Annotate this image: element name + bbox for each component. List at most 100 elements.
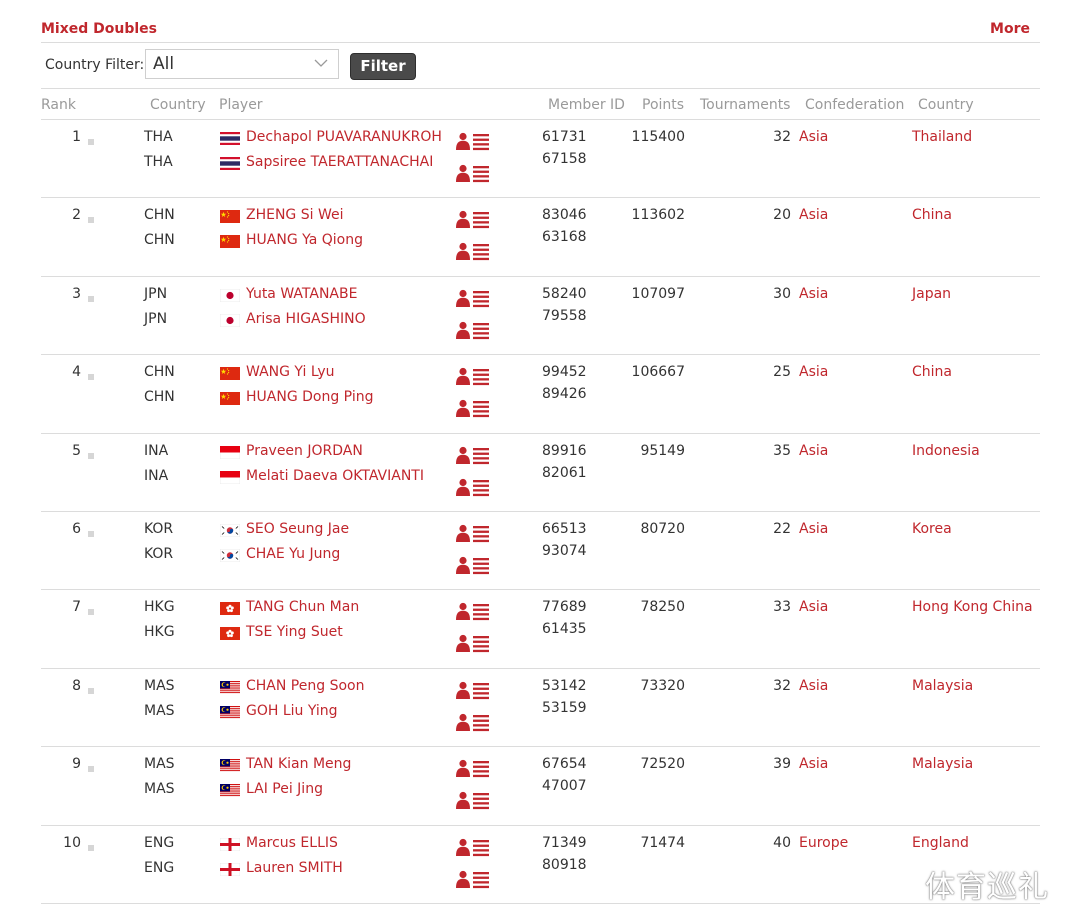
player-profile-icon[interactable] (456, 601, 490, 621)
player-name-link[interactable]: ZHENG Si Wei (246, 207, 344, 223)
country-filter-select[interactable]: All (145, 49, 339, 79)
player-name-link[interactable]: Melati Daeva OKTAVIANTI (246, 468, 424, 484)
player-country-code: MAS (144, 756, 175, 773)
country-link[interactable]: England (912, 835, 969, 851)
player-profile-icon[interactable] (456, 633, 490, 653)
player-profile-icon[interactable] (456, 288, 490, 308)
player-country-code: JPN (144, 285, 168, 302)
confederation-link[interactable]: Asia (799, 678, 828, 694)
korea-flag-icon (220, 524, 240, 537)
country-link[interactable]: Japan (912, 286, 951, 302)
confederation-link[interactable]: Europe (799, 835, 848, 851)
table-row: 10 ENG Marcus ELLIS 71349 ENG Lauren SMITH 809… (41, 826, 1040, 904)
country-link[interactable]: China (912, 207, 952, 223)
country-link[interactable]: Indonesia (912, 443, 980, 459)
confederation-link[interactable]: Asia (799, 599, 828, 615)
player-name-link[interactable]: HUANG Ya Qiong (246, 232, 363, 248)
rank-change-marker (88, 139, 94, 145)
player-name-link[interactable]: Yuta WATANABE (246, 286, 357, 302)
tournaments-count: 25 (773, 364, 791, 381)
player-name-link[interactable]: TANG Chun Man (246, 599, 359, 615)
player-country-code: INA (144, 442, 169, 459)
country-link[interactable]: Thailand (912, 129, 972, 145)
country-link[interactable]: Hong Kong China (912, 599, 1033, 615)
member-id: 67654 (542, 756, 587, 773)
player-profile-icon[interactable] (456, 837, 490, 857)
rank-number: 8 (72, 677, 81, 694)
player-profile-icon[interactable] (456, 712, 490, 732)
malaysia-flag-icon (220, 759, 240, 773)
england-flag-icon (220, 837, 240, 851)
player-name-link[interactable]: Sapsiree TAERATTANACHAI (246, 154, 433, 170)
country-link[interactable]: Korea (912, 521, 952, 537)
confederation-link[interactable]: Asia (799, 443, 828, 459)
rank-change-marker (88, 374, 94, 381)
player-name-link[interactable]: Praveen JORDAN (246, 443, 363, 459)
player-name-link[interactable]: Lauren SMITH (246, 860, 343, 876)
col-confederation: Confederation (805, 97, 905, 113)
player-country-code: MAS (144, 702, 175, 719)
rank-change-marker (88, 295, 94, 302)
confederation-link[interactable]: Asia (799, 364, 828, 380)
player-name-link[interactable]: GOH Liu Ying (246, 703, 338, 719)
player-profile-icon[interactable] (456, 163, 490, 183)
player-profile-icon[interactable] (456, 366, 490, 386)
confederation-link[interactable]: Asia (799, 286, 828, 302)
points-value: 78250 (640, 599, 685, 616)
player-profile-icon[interactable] (456, 555, 490, 575)
player-country-code: ENG (144, 859, 175, 876)
country-link[interactable]: China (912, 364, 952, 380)
filter-button[interactable]: Filter (350, 53, 416, 80)
col-player: Player (219, 97, 263, 113)
tournaments-count: 30 (773, 285, 791, 302)
confederation-link[interactable]: Asia (799, 129, 828, 145)
player-profile-icon[interactable] (456, 680, 490, 700)
player-profile-icon[interactable] (456, 445, 490, 465)
table-row: 8 MAS CHAN Peng Soon 53142 MAS GOH Liu Ying 53… (41, 669, 1040, 748)
section-header: Mixed Doubles More (41, 20, 1040, 43)
player-name-link[interactable]: TAN Kian Meng (246, 756, 351, 772)
player-profile-icon[interactable] (456, 523, 490, 543)
player-profile-icon[interactable] (456, 320, 490, 340)
player-profile-icon[interactable] (456, 241, 490, 261)
tournaments-count: 39 (773, 756, 791, 773)
table-header: Rank Country Player Member ID Points Tou… (41, 88, 1040, 120)
player-profile-icon[interactable] (456, 869, 490, 889)
player-profile-icon[interactable] (456, 790, 490, 810)
confederation-link[interactable]: Asia (799, 207, 828, 223)
player-name-link[interactable]: Arisa HIGASHINO (246, 311, 366, 327)
table-row: 7 HKG TANG Chun Man 77689 HKG TSE Ying Suet 61… (41, 590, 1040, 669)
player-name-link[interactable]: LAI Pei Jing (246, 781, 323, 797)
player-name-link[interactable]: Dechapol PUAVARANUKROH (246, 129, 442, 145)
player-name-link[interactable]: Marcus ELLIS (246, 835, 338, 851)
player-name-link[interactable]: CHAE Yu Jung (246, 546, 340, 562)
player-profile-icon[interactable] (456, 477, 490, 497)
rank-number: 3 (72, 285, 81, 302)
confederation-link[interactable]: Asia (799, 521, 828, 537)
player-country-code: JPN (144, 310, 168, 327)
player-name-link[interactable]: HUANG Dong Ping (246, 389, 373, 405)
player-profile-icon[interactable] (456, 209, 490, 229)
rank-change-marker (88, 766, 94, 773)
member-id: 66513 (542, 521, 587, 537)
player-country-code: THA (144, 129, 173, 145)
player-profile-icon[interactable] (456, 758, 490, 778)
more-link[interactable]: More (990, 21, 1030, 37)
korea-flag-icon (220, 549, 240, 562)
country-link[interactable]: Malaysia (912, 756, 973, 772)
player-country-code: THA (144, 154, 173, 170)
table-row: 6 KOR SEO Seung Jae 66513 KOR CHAE Yu Jung 930… (41, 512, 1040, 591)
player-name-link[interactable]: SEO Seung Jae (246, 521, 349, 537)
player-name-link[interactable]: TSE Ying Suet (246, 624, 343, 640)
player-name-link[interactable]: CHAN Peng Soon (246, 678, 364, 694)
player-profile-icon[interactable] (456, 131, 490, 151)
points-value: 95149 (640, 442, 685, 459)
indonesia-flag-icon (220, 470, 240, 484)
player-profile-icon[interactable] (456, 398, 490, 418)
thailand-flag-icon (220, 132, 240, 145)
player-country-code: KOR (144, 521, 174, 537)
rank-change-marker (88, 217, 94, 224)
country-link[interactable]: Malaysia (912, 678, 973, 694)
confederation-link[interactable]: Asia (799, 756, 828, 772)
player-name-link[interactable]: WANG Yi Lyu (246, 364, 335, 380)
